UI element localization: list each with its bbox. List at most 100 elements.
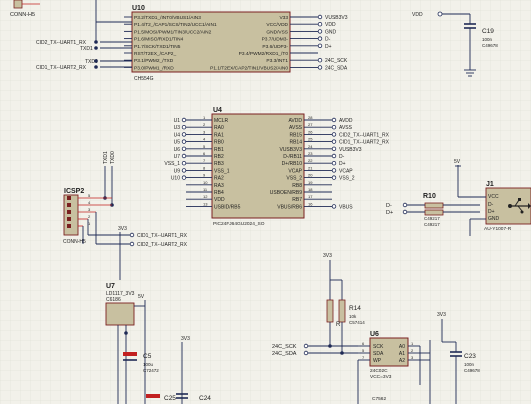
top-left-connector-label: CONN-H5 bbox=[10, 12, 35, 18]
c5-ref: C5 bbox=[143, 353, 152, 360]
r10-part: C49217 bbox=[424, 216, 440, 221]
u4-left-num-11: 12 bbox=[203, 194, 208, 199]
u4-right-num-9: 19 bbox=[308, 180, 313, 185]
c19-ref: C19 bbox=[482, 28, 494, 35]
u4-right-net-6: D+ bbox=[339, 161, 346, 167]
u4-right-num-10: 18 bbox=[308, 187, 313, 192]
c23-value: 100n bbox=[464, 362, 475, 367]
c19-part: C49678 bbox=[482, 43, 498, 48]
u4-right-net-3: CID1_TX--UART2_RX bbox=[339, 140, 390, 146]
u4-left-pin-4: RB1 bbox=[214, 147, 224, 153]
u4-right-num-3: 25 bbox=[308, 137, 313, 142]
u10-left-pin-5: RST/T2EX_/CAP2_ bbox=[134, 51, 176, 57]
u6-left-pin-0: SCK bbox=[373, 344, 384, 350]
u4-right-net-2: CID2_TX--UART1_RX bbox=[339, 132, 390, 138]
u10-right-pin-2: GND/VSS bbox=[266, 29, 288, 35]
u6-left-pin-1: SDA bbox=[373, 351, 384, 357]
r10-part2: C49217 bbox=[424, 222, 440, 227]
u4-right-pin-8: VSS_2 bbox=[286, 176, 302, 182]
u4-left-net-1: U3 bbox=[174, 125, 181, 131]
u4-left-net-5: U7 bbox=[174, 154, 181, 160]
j1-5v: 5V bbox=[454, 159, 461, 165]
u10-net-cid2: CID2_TX--UART1_RX bbox=[36, 40, 87, 46]
r14-ref: R14 bbox=[349, 305, 361, 312]
u10-right-net-6: 24C_SCK bbox=[325, 58, 348, 64]
u6-right-pin-0: A0 bbox=[399, 344, 405, 350]
u4-left-pin-3: RB0 bbox=[214, 140, 224, 146]
u6-3v3: 3V3 bbox=[437, 312, 446, 318]
u6-net-sck: 24C_SCK bbox=[272, 344, 297, 350]
r10-net-dminus: D- bbox=[386, 203, 392, 209]
c23-part: C49678 bbox=[464, 368, 480, 373]
u6-part: 24C02C bbox=[370, 368, 388, 374]
c5-part: C72472 bbox=[143, 368, 159, 373]
u10-right-net-1: VDD bbox=[325, 22, 336, 28]
j1-pin-vcc: VCC bbox=[488, 194, 499, 200]
u4-ref: U4 bbox=[213, 107, 222, 114]
u10-left-pin-6: P3.1/PWM2_/TXD bbox=[134, 58, 174, 64]
u4-right-num-12: 16 bbox=[308, 201, 313, 206]
c19-vdd-label: VDD bbox=[412, 12, 423, 18]
u4-right-net-8: VSS_2 bbox=[339, 176, 355, 182]
u10-net-cid1: CID1_TX--UART2_RX bbox=[36, 65, 87, 71]
u10-ch554g-chip[interactable]: U10 CH554G P3.2/TXD1_/INT0/VBUS1/AIN3P1.… bbox=[124, 5, 318, 82]
j1-usb-connector[interactable]: J1 VCC D- D+ GND AU-Y1007-R bbox=[484, 181, 531, 232]
u4-right-num-4: 24 bbox=[308, 144, 313, 149]
u4-right-net-7: VCAP bbox=[339, 168, 353, 174]
u4-right-pin-5: D-/RB11 bbox=[283, 154, 302, 160]
u7-body bbox=[105, 302, 135, 326]
u4-left-pin-2: RA1 bbox=[214, 132, 224, 138]
u6-net-sda: 24C_SDA bbox=[272, 351, 297, 357]
c25-ref: C25 bbox=[164, 395, 176, 402]
u4-vlabel-txd0: TXD0 bbox=[110, 151, 116, 164]
u4-right-net-5: D- bbox=[339, 154, 345, 160]
u10-right-pin-6: P3.3/INT1 bbox=[266, 58, 288, 64]
u4-right-pin-4: VUSB3V3 bbox=[279, 147, 302, 153]
u4-right-num-0: 28 bbox=[308, 115, 313, 120]
u10-right-pin-5: P3.4/PWM2/RXD1_/T0 bbox=[239, 51, 289, 57]
c23-ref: C23 bbox=[464, 353, 476, 360]
u6-right-pin-2: A2 bbox=[399, 358, 405, 364]
icsp2-body bbox=[63, 194, 79, 236]
r14-part: C57414 bbox=[349, 320, 365, 325]
u4-left-pin-5: RB2 bbox=[214, 154, 224, 160]
r10-net-dplus: D+ bbox=[386, 210, 393, 216]
u4-right-pin-12: VBUS/RB6 bbox=[277, 204, 302, 210]
u4-left-net-2: U4 bbox=[174, 132, 181, 138]
schematic-canvas[interactable]: CONN-H5 U10 CH554G P3.2/TXD1_/INT0/VBUS1… bbox=[0, 0, 531, 404]
u4-left-num-12: 13 bbox=[203, 201, 208, 206]
u4-right-pin-7: VCAP bbox=[288, 168, 302, 174]
r14-3v3: 3V3 bbox=[323, 253, 332, 259]
u6-sub: VCC=3V3 bbox=[370, 374, 392, 380]
u4-right-pin-2: RB15 bbox=[289, 132, 302, 138]
u4-part: PIC24FJ64GU2024_SO bbox=[213, 221, 265, 227]
j1-part: AU-Y1007-R bbox=[484, 226, 512, 232]
u10-right-pin-0: V33 bbox=[279, 15, 288, 21]
u10-part: CH554G bbox=[134, 76, 154, 82]
u4-right-pin-3: RB14 bbox=[289, 140, 302, 146]
u4-left-pin-12: USBID/RB5 bbox=[214, 204, 241, 210]
u4-left-pin-6: RB3 bbox=[214, 161, 224, 167]
u4-left-net-6: VSS_1 bbox=[164, 161, 180, 167]
u4-right-num-11: 17 bbox=[308, 194, 313, 199]
r14-value: 10k bbox=[349, 314, 357, 319]
u10-net-txd1: TXD1 bbox=[80, 46, 93, 52]
u10-right-net-0: VUSB3V3 bbox=[325, 15, 348, 21]
u4-right-num-8: 20 bbox=[308, 173, 313, 178]
u4-left-num-9: 10 bbox=[203, 180, 208, 185]
u4-vlabel-txd1: TXD1 bbox=[103, 151, 109, 164]
u4-left-pin-1: RA0 bbox=[214, 125, 224, 131]
u4-right-net-1: AVSS bbox=[339, 125, 353, 131]
u10-left-pin-2: P1.5/MOSI/PWM1/TIN3/UCC2/AIN2 bbox=[134, 29, 212, 35]
u4-left-pin-9: RA3 bbox=[214, 183, 224, 189]
u6-ref: U6 bbox=[370, 331, 379, 338]
u10-right-net-7: 24C_SDA bbox=[325, 65, 348, 71]
u10-left-pin-3: P1.6/MISO/RXD1/TIN4 bbox=[134, 37, 184, 43]
u10-right-pin-7: P1.1/T2EX/CAP2/TIN1/VBUS2/AIN0 bbox=[210, 65, 288, 71]
u10-left-pin-1: P1.4/T2_/CAP1/SCS/TIN2/UCC1/AIN1 bbox=[134, 22, 217, 28]
c24-3v3: 3V3 bbox=[181, 336, 190, 342]
u10-right-net-2: GND bbox=[325, 29, 337, 35]
u4-left-net-8: U10 bbox=[171, 176, 180, 182]
c24-ref: C24 bbox=[199, 395, 211, 402]
u4-right-num-1: 27 bbox=[308, 122, 313, 127]
